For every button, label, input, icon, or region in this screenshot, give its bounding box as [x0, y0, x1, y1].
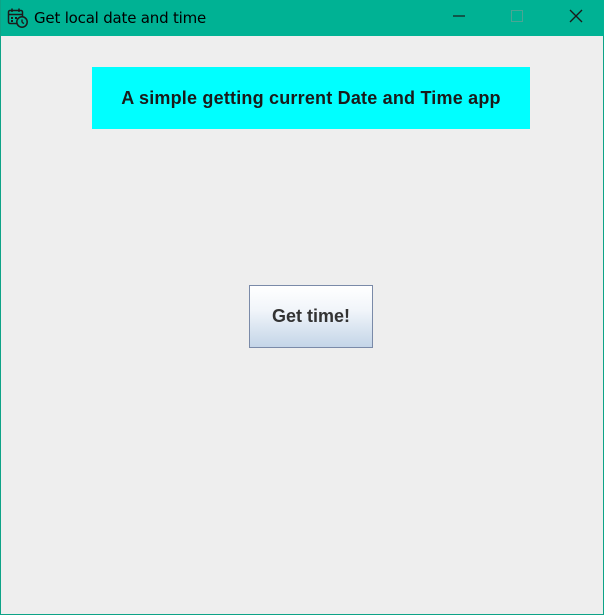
close-button[interactable] [547, 0, 604, 36]
header-banner: A simple getting current Date and Time a… [92, 67, 530, 129]
banner-label: A simple getting current Date and Time a… [121, 87, 501, 108]
minimize-button[interactable] [430, 0, 488, 36]
calendar-clock-icon [7, 7, 29, 29]
content-pane: A simple getting current Date and Time a… [1, 36, 603, 614]
maximize-button[interactable] [488, 0, 546, 36]
get-time-label: Get time! [271, 306, 350, 326]
app-window: Get local date and time A simple getting… [0, 0, 604, 615]
close-icon [569, 9, 583, 28]
title-bar[interactable]: Get local date and time [1, 0, 604, 36]
window-title: Get local date and time [34, 9, 207, 27]
maximize-icon [510, 9, 524, 28]
minimize-icon [452, 9, 466, 28]
get-time-button[interactable]: Get time! [249, 285, 373, 348]
